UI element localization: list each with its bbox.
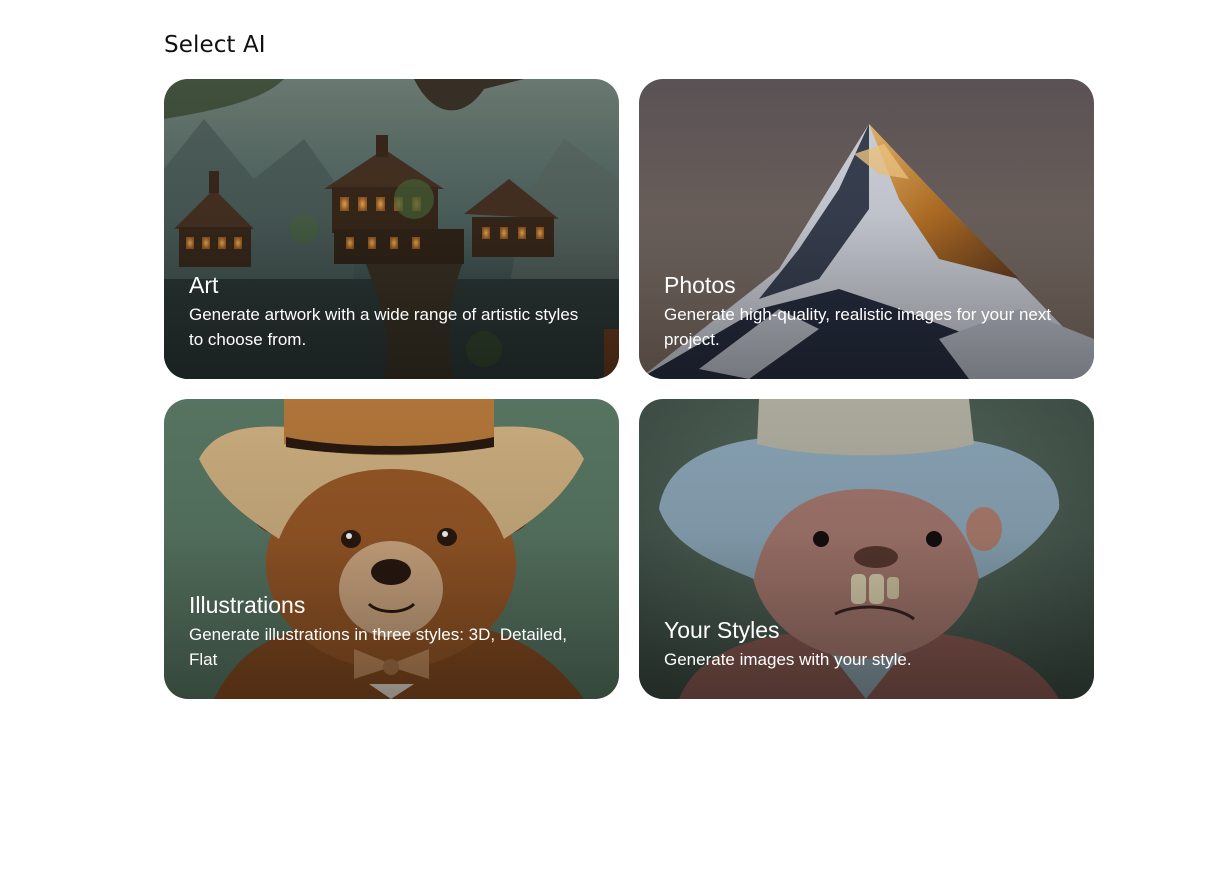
ai-options-grid: Art Generate artwork with a wide range o… bbox=[164, 79, 1094, 699]
card-your-styles[interactable]: Your Styles Generate images with your st… bbox=[639, 399, 1094, 699]
page-title: Select AI bbox=[164, 32, 266, 58]
card-illustrations[interactable]: Illustrations Generate illustrations in … bbox=[164, 399, 619, 699]
card-description: Generate high-quality, realistic images … bbox=[664, 305, 1052, 349]
card-description: Generate illustrations in three styles: … bbox=[189, 625, 567, 669]
card-title: Illustrations bbox=[189, 592, 306, 618]
card-art[interactable]: Art Generate artwork with a wide range o… bbox=[164, 79, 619, 379]
card-title: Photos bbox=[664, 272, 736, 298]
card-description: Generate artwork with a wide range of ar… bbox=[189, 305, 579, 349]
card-description: Generate images with your style. bbox=[664, 650, 912, 669]
card-title: Your Styles bbox=[664, 617, 780, 643]
card-title: Art bbox=[189, 272, 219, 298]
card-photos[interactable]: Photos Generate high-quality, realistic … bbox=[639, 79, 1094, 379]
select-ai-page: Select AI Art Generate artwork with a wi… bbox=[0, 0, 1218, 896]
